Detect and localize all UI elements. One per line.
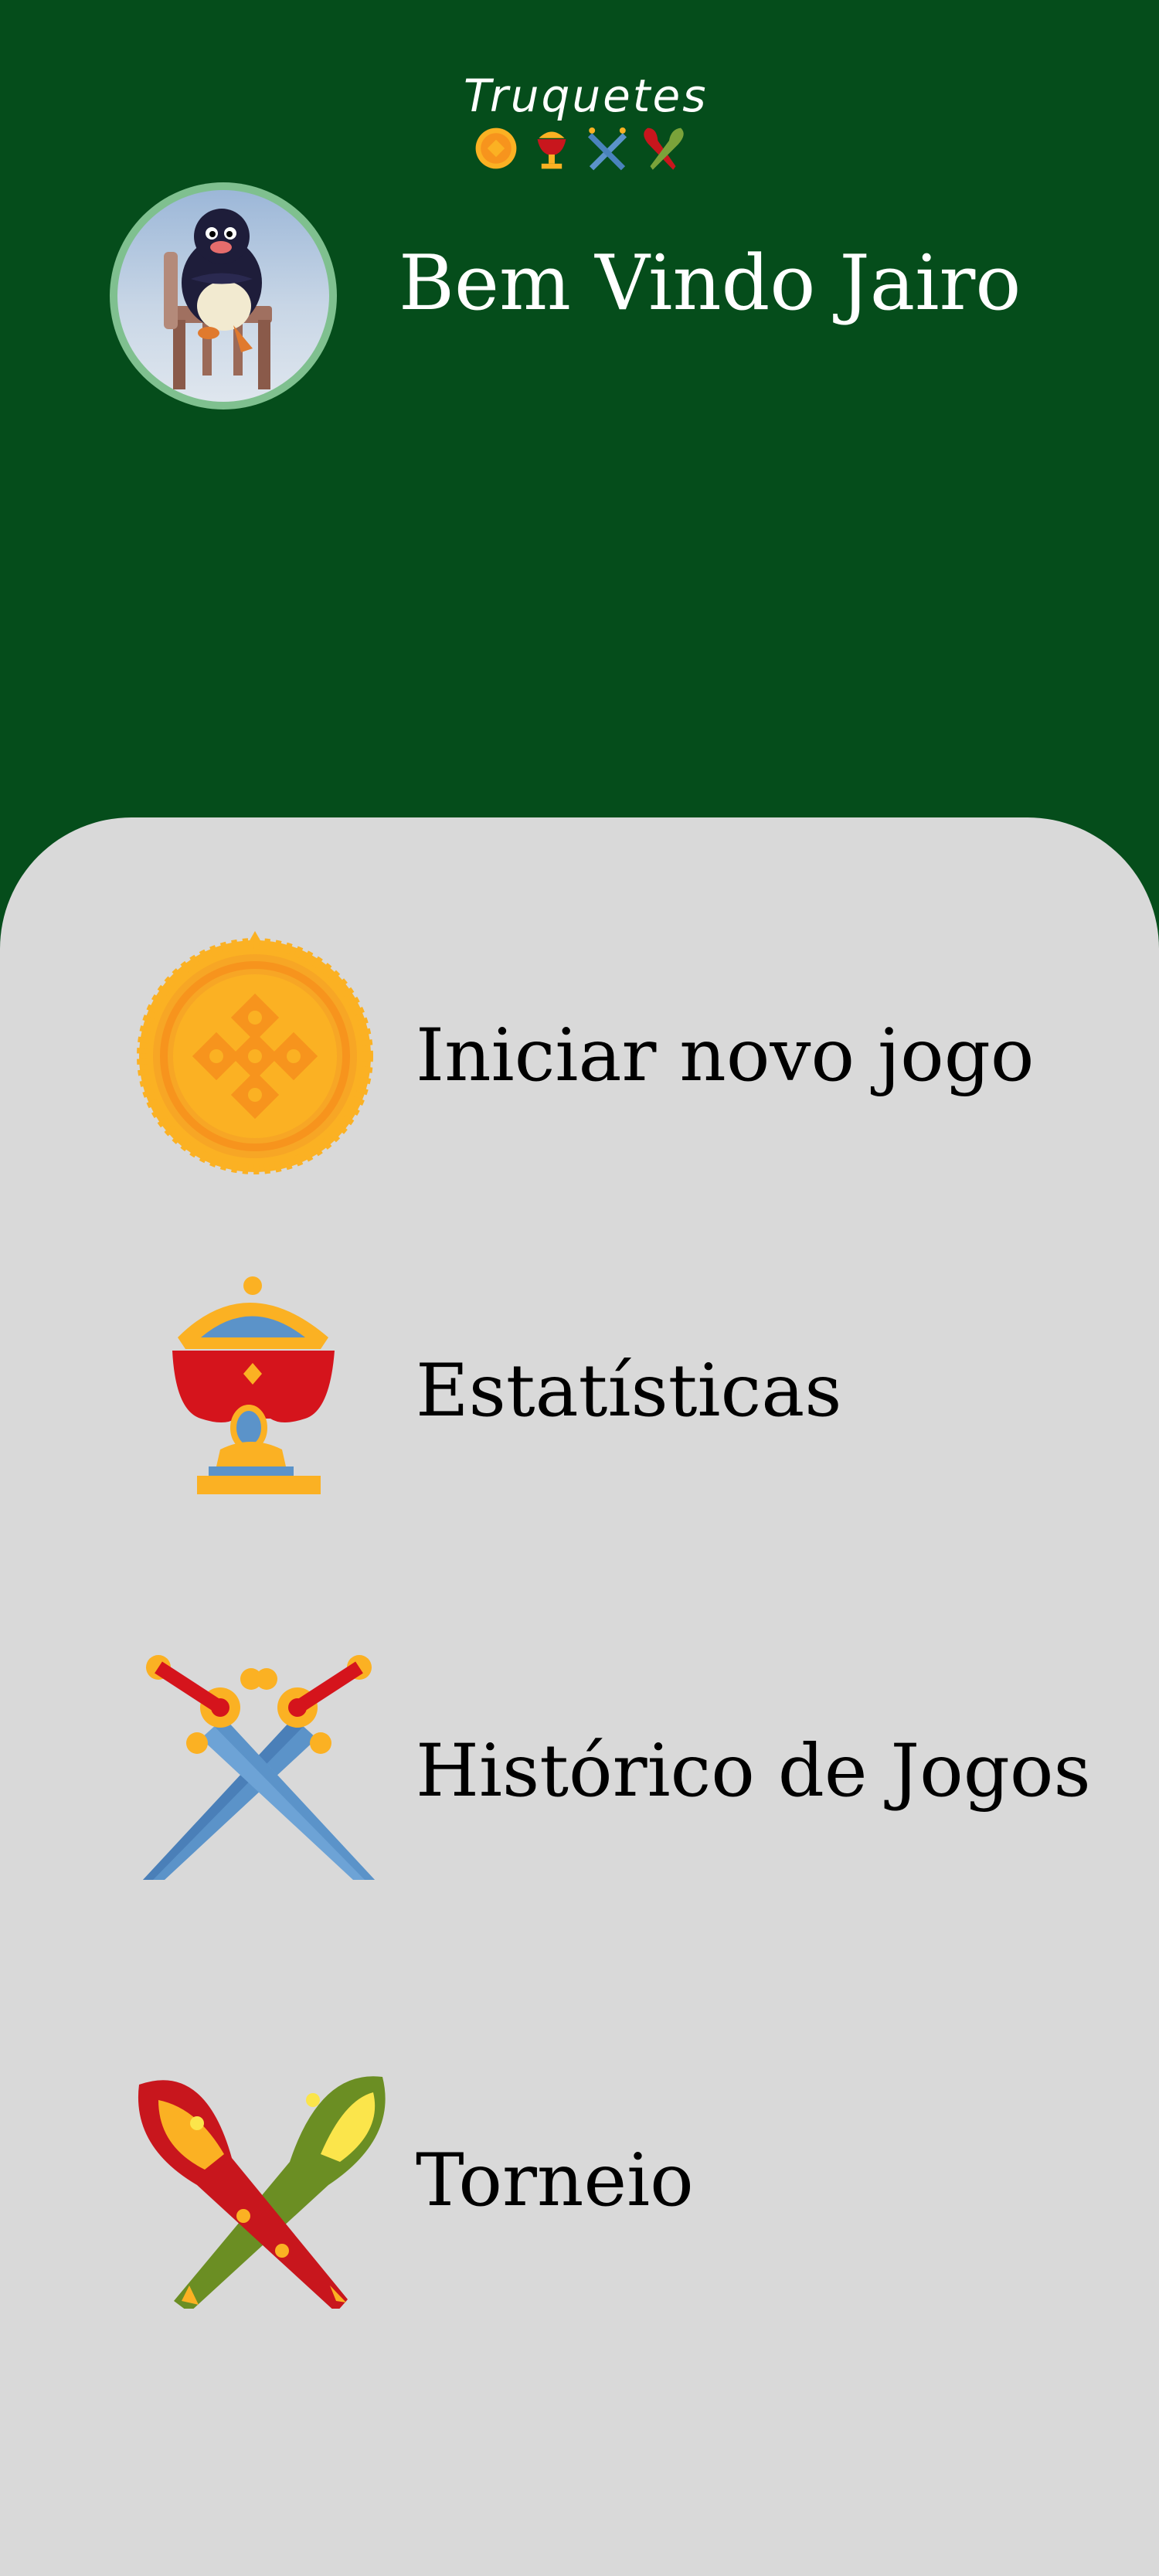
menu-label-game-history: Histórico de Jogos [416,1729,1091,1813]
logo-icons [464,123,695,174]
menu-label-new-game: Iniciar novo jogo [416,1014,1035,1098]
golden-cup-icon [127,1264,390,1519]
cup-icon [537,131,566,169]
penguin-avatar-image [164,209,272,389]
menu-item-new-game[interactable]: Iniciar novo jogo [0,929,1159,1184]
menu-item-statistics[interactable]: Estatísticas [0,1264,1159,1519]
logo-title: Truquetes [464,70,709,122]
app-logo: Truquetes [464,70,709,174]
header: Truquetes Bem Vindo Jairo [0,0,1159,850]
menu-label-tournament: Torneio [416,2139,694,2223]
avatar[interactable] [110,182,337,410]
gold-coin-icon [127,929,390,1184]
menu-label-statistics: Estatísticas [416,1349,842,1433]
welcome-message: Bem Vindo Jairo [399,240,1021,328]
menu-item-game-history[interactable]: Histórico de Jogos [0,1644,1159,1899]
menu-item-tournament[interactable]: Torneio [0,2054,1159,2313]
clubs-icon [644,127,684,170]
coin-icon [475,127,517,169]
main-menu: Iniciar novo jogo Estatísticas Histórico… [0,817,1159,2576]
crossed-clubs-icon [127,2054,390,2313]
penguin-avatar [117,190,329,402]
swords-icon [587,127,627,171]
crossed-swords-icon [127,1644,390,1899]
